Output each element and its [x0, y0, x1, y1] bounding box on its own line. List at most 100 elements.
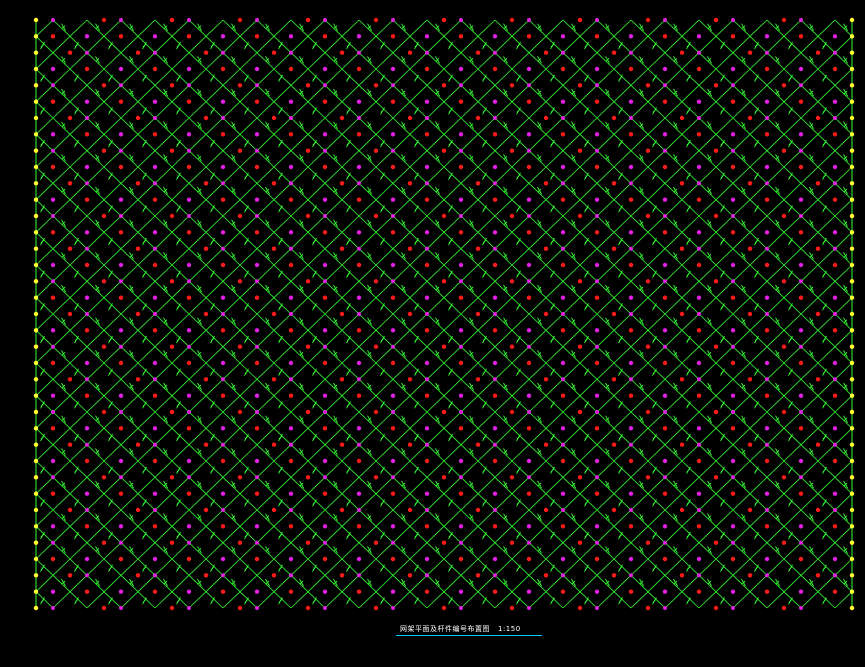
member-diagonal [494, 526, 513, 543]
bottom-chord-node [492, 164, 498, 170]
member-diagonal [579, 150, 598, 168]
top-chord-node [577, 475, 583, 480]
member-diagonal [239, 526, 258, 543]
member-diagonal [477, 395, 496, 413]
bottom-chord-node [765, 508, 769, 512]
member-tag [516, 174, 521, 179]
support-node-left [33, 164, 39, 170]
member-diagonal [664, 362, 683, 380]
member-diagonal [171, 591, 190, 609]
member-diagonal [681, 330, 700, 347]
member-tag [686, 370, 691, 375]
support-node-left [33, 295, 39, 300]
member-diagonal [528, 591, 547, 609]
member-diagonal [307, 215, 326, 233]
member-diagonal [69, 232, 88, 249]
member-diagonal [239, 411, 258, 429]
member-diagonal [715, 248, 734, 266]
top-chord-node [815, 115, 821, 121]
member-tag [210, 370, 215, 375]
member-diagonal [613, 477, 632, 494]
member-diagonal [358, 558, 377, 576]
member-diagonal [307, 117, 326, 135]
member-diagonal [613, 526, 632, 543]
member-diagonal [375, 166, 394, 184]
member-diagonal [494, 150, 513, 168]
member-diagonal [443, 477, 462, 494]
member-diagonal [188, 526, 207, 543]
member-diagonal [511, 493, 530, 511]
member-diagonal [630, 150, 649, 168]
member-tag [380, 468, 385, 473]
top-chord-node [662, 99, 668, 104]
member-diagonal [630, 493, 649, 511]
member-diagonal [239, 134, 258, 151]
member-diagonal [188, 509, 207, 527]
member-diagonal [239, 460, 258, 478]
top-chord-node [152, 328, 158, 333]
bottom-chord-node [50, 262, 56, 268]
member-tag [584, 435, 589, 440]
bottom-chord-node [594, 393, 600, 398]
member-diagonal [715, 591, 734, 609]
member-diagonal [732, 248, 751, 266]
bottom-chord-node [119, 148, 123, 153]
top-chord-node [645, 17, 651, 23]
bottom-chord-node [458, 262, 464, 268]
member-diagonal [341, 411, 360, 429]
member-diagonal [120, 330, 139, 347]
member-diagonal [460, 19, 479, 37]
member-tag [142, 402, 147, 407]
member-diagonal [256, 19, 275, 37]
top-chord-node [339, 507, 345, 513]
member-diagonal [256, 117, 275, 135]
member-diagonal [817, 134, 836, 151]
member-diagonal [698, 199, 717, 217]
bottom-chord-node [696, 34, 702, 39]
member-diagonal [409, 444, 428, 462]
top-chord-node [713, 475, 719, 480]
top-chord-node [220, 262, 226, 268]
member-diagonal [647, 232, 666, 249]
member-diagonal [290, 330, 309, 347]
member-diagonal [528, 460, 547, 478]
bottom-chord-node [765, 442, 769, 447]
member-diagonal [494, 68, 513, 86]
member-diagonal [647, 36, 666, 53]
member-tag [584, 141, 589, 146]
support-node-left [33, 230, 39, 235]
member-diagonal [103, 362, 122, 380]
member-tag [414, 598, 419, 603]
member-tag [210, 206, 215, 211]
member-diagonal [596, 134, 615, 151]
member-diagonal [392, 395, 411, 413]
member-diagonal [154, 395, 173, 413]
member-diagonal [834, 19, 853, 37]
top-chord-node [203, 246, 209, 251]
member-tag [584, 533, 589, 538]
member-diagonal [698, 313, 717, 331]
top-chord-node [118, 426, 124, 431]
top-chord-node [543, 50, 549, 55]
top-chord-node [356, 524, 362, 529]
bottom-chord-node [186, 589, 192, 594]
member-diagonal [681, 346, 700, 364]
support-node-right [849, 426, 855, 431]
bottom-chord-node [119, 18, 123, 22]
member-diagonal [613, 281, 632, 298]
member-diagonal [307, 444, 326, 462]
member-diagonal [307, 428, 326, 445]
member-diagonal [375, 297, 394, 315]
member-diagonal [460, 346, 479, 364]
member-tag [448, 370, 453, 375]
member-diagonal [783, 264, 802, 282]
bottom-chord-node [288, 426, 294, 431]
member-diagonal [511, 36, 530, 53]
member-diagonal [137, 411, 156, 429]
member-diagonal [103, 542, 122, 560]
member-tag [686, 272, 691, 277]
member-diagonal [222, 509, 241, 527]
member-diagonal [579, 134, 598, 151]
member-diagonal [324, 444, 343, 462]
top-chord-node [713, 213, 719, 219]
